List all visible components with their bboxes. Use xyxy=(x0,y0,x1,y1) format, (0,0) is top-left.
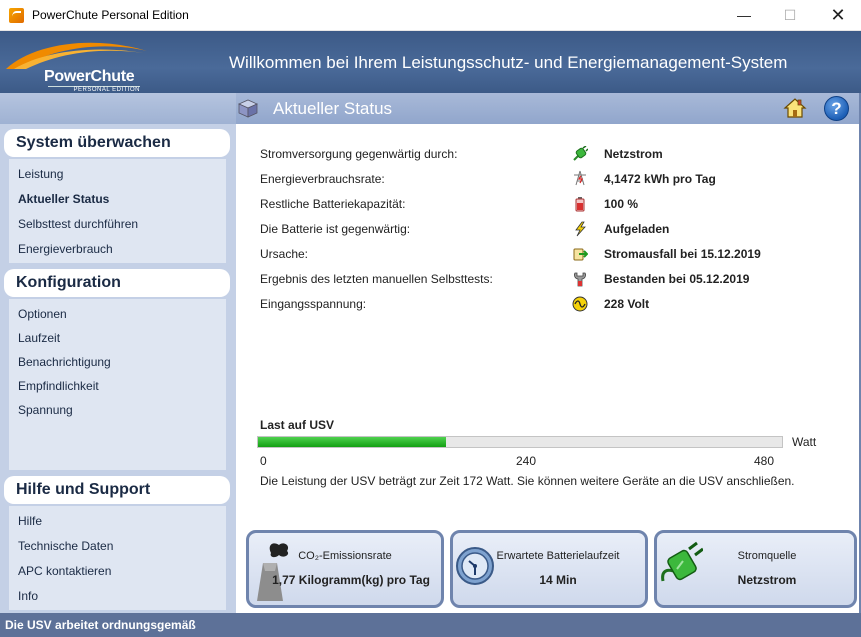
load-tick-min: 0 xyxy=(260,454,267,468)
sidebar-item-aktueller-status[interactable]: Aktueller Status xyxy=(18,192,109,206)
help-icon[interactable]: ? xyxy=(824,96,849,121)
load-tick-max: 480 xyxy=(754,454,775,468)
power-source-card[interactable]: Stromquelle Netzstrom xyxy=(654,530,857,608)
sidebar-item-spannung[interactable]: Spannung xyxy=(18,403,73,417)
sidebar-item-laufzeit[interactable]: Laufzeit xyxy=(18,331,60,345)
sidebar-item-selbsttest[interactable]: Selbsttest durchführen xyxy=(18,217,138,231)
status-label-input-voltage: Eingangsspannung: xyxy=(260,297,367,311)
co2-card-value: 1,77 Kilogramm(kg) pro Tag xyxy=(272,573,430,587)
load-bar-fill xyxy=(258,437,446,447)
status-value-cause: Stromausfall bei 15.12.2019 xyxy=(604,247,761,261)
co2-card-title: CO₂-Emissionsrate xyxy=(298,550,392,562)
transfer-icon xyxy=(573,248,588,261)
sidebar-item-empfindlichkeit[interactable]: Empfindlichkeit xyxy=(18,379,99,393)
banner-title: Willkommen bei Ihrem Leistungsschutz- un… xyxy=(229,53,788,72)
sidebar-item-apc-kontaktieren[interactable]: APC kontaktieren xyxy=(18,564,111,578)
sidebar-item-technische-daten[interactable]: Technische Daten xyxy=(18,539,113,553)
source-card-title: Stromquelle xyxy=(737,550,797,562)
co2-emission-card[interactable]: CO₂-Emissionsrate 1,77 Kilogramm(kg) pro… xyxy=(246,530,444,608)
sidebar-item-info[interactable]: Info xyxy=(18,589,38,603)
logo-subtitle: PERSONAL EDITION xyxy=(48,86,140,93)
runtime-card-value: 14 Min xyxy=(539,573,577,587)
power-tower-icon xyxy=(574,170,586,186)
sidebar-panel-hilfe: Hilfe Technische Daten APC kontaktieren … xyxy=(9,506,226,610)
runtime-card-title: Erwartete Batterielaufzeit xyxy=(496,550,620,562)
sidebar-section-title: Hilfe und Support xyxy=(16,481,151,498)
close-button[interactable]: ✕ xyxy=(815,0,861,30)
powerchute-logo: PowerChute PERSONAL EDITION xyxy=(4,35,149,93)
battery-icon xyxy=(575,197,585,212)
status-label-power-source: Stromversorgung gegenwärtig durch: xyxy=(260,147,458,161)
status-label-battery-capacity: Restliche Batteriekapazität: xyxy=(260,197,406,211)
sidebar-section-konfiguration: Konfiguration xyxy=(4,269,230,297)
status-label-self-test: Ergebnis des letzten manuellen Selbsttes… xyxy=(260,272,493,286)
plug-icon xyxy=(573,146,588,161)
status-value-energy-rate: 4,1472 kWh pro Tag xyxy=(604,172,716,186)
wrench-icon xyxy=(574,272,586,287)
status-label-cause: Ursache: xyxy=(260,247,309,261)
load-unit: Watt xyxy=(792,435,817,449)
header-banner: PowerChute PERSONAL EDITION Willkommen b… xyxy=(0,31,861,93)
sidebar: System überwachen Leistung Aktueller Sta… xyxy=(0,124,236,613)
sidebar-panel-system: Leistung Aktueller Status Selbsttest dur… xyxy=(9,159,226,263)
sidebar-item-hilfe[interactable]: Hilfe xyxy=(18,514,42,528)
status-value-self-test: Bestanden bei 05.12.2019 xyxy=(604,272,750,286)
sidebar-item-leistung[interactable]: Leistung xyxy=(18,167,63,181)
subheader-left-strip xyxy=(0,93,236,124)
page-header: Aktueller Status ? xyxy=(0,93,861,124)
status-value-battery-state: Aufgeladen xyxy=(604,222,670,236)
page-title: Aktueller Status xyxy=(273,99,393,118)
load-tick-mid: 240 xyxy=(516,454,537,468)
battery-runtime-card[interactable]: Erwartete Batterielaufzeit 14 Min xyxy=(450,530,648,608)
voltage-icon xyxy=(572,296,588,312)
status-value-power-source: Netzstrom xyxy=(604,147,663,161)
sidebar-section-hilfe: Hilfe und Support xyxy=(4,476,230,504)
window-titlebar: PowerChute Personal Edition — ☐ ✕ xyxy=(0,0,861,31)
status-value-input-voltage: 228 Volt xyxy=(604,297,650,311)
sidebar-item-benachrichtigung[interactable]: Benachrichtigung xyxy=(18,355,111,369)
lightning-icon xyxy=(575,221,586,237)
app-icon xyxy=(9,8,24,23)
status-value-battery-capacity: 100 % xyxy=(604,197,639,211)
status-bar: Die USV arbeitet ordnungsgemäß xyxy=(0,613,861,637)
sidebar-section-system: System überwachen xyxy=(4,129,230,157)
status-label-energy-rate: Energieverbrauchsrate: xyxy=(260,172,385,186)
sidebar-item-optionen[interactable]: Optionen xyxy=(18,307,67,321)
status-bar-text: Die USV arbeitet ordnungsgemäß xyxy=(5,618,196,632)
load-description: Die Leistung der USV beträgt zur Zeit 17… xyxy=(260,474,795,488)
load-bar xyxy=(257,436,783,448)
status-label-battery-state: Die Batterie ist gegenwärtig: xyxy=(260,222,411,236)
status-box-icon xyxy=(238,99,258,118)
main-content: Stromversorgung gegenwärtig durch: Netzs… xyxy=(236,124,861,613)
load-title: Last auf USV xyxy=(260,418,335,432)
minimize-button[interactable]: — xyxy=(721,0,767,30)
window-title: PowerChute Personal Edition xyxy=(32,8,189,22)
sidebar-section-title: System überwachen xyxy=(16,134,171,151)
sidebar-item-energieverbrauch[interactable]: Energieverbrauch xyxy=(18,242,113,256)
source-card-value: Netzstrom xyxy=(737,573,797,587)
logo-swoosh-icon xyxy=(6,42,147,69)
sidebar-section-title: Konfiguration xyxy=(16,274,121,291)
logo-name: PowerChute xyxy=(44,68,135,85)
maximize-button[interactable]: ☐ xyxy=(767,0,813,30)
home-icon[interactable] xyxy=(783,96,807,120)
sidebar-panel-konfiguration: Optionen Laufzeit Benachrichtigung Empfi… xyxy=(9,299,226,470)
factory-icon xyxy=(257,543,289,601)
